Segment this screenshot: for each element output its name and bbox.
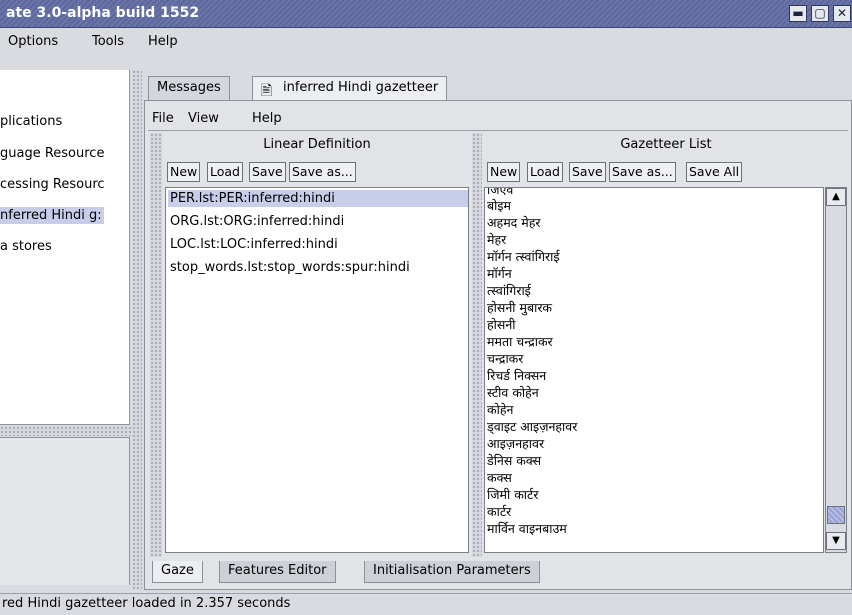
menu-divider [148,130,848,131]
gazetteer-list-title: Gazetteer List [620,137,712,152]
list-item[interactable]: आइज़नहावर [487,436,544,451]
window-title: ate 3.0-alpha build 1552 [6,5,200,21]
menu-tools[interactable]: Tools [92,34,124,49]
def-load-button[interactable]: Load [207,162,243,182]
tree-item-inferred-hindi-gazetteer[interactable]: nferred Hindi g: [0,207,104,224]
list-item[interactable]: त्स्वांगिराई [487,283,531,298]
maximize-button[interactable]: ▢ [811,5,829,22]
gaz-save-all-button[interactable]: Save All [686,162,743,182]
tree-item-language-resources[interactable]: guage Resource [0,145,106,162]
scroll-up-arrow-icon[interactable]: ▲ [826,188,846,206]
gaz-save-button[interactable]: Save [569,162,606,182]
list-item[interactable]: LOC.lst:LOC:inferred:hindi [168,236,340,253]
def-save-as-button[interactable]: Save as... [289,162,356,182]
menu-options[interactable]: Options [8,34,58,49]
list-item[interactable]: कार्टर [487,504,511,519]
list-item[interactable]: कक्स [487,470,512,485]
tree-item-processing-resources[interactable]: cessing Resourc [0,176,107,193]
def-save-button[interactable]: Save [249,162,286,182]
list-item[interactable]: कोहेन [487,402,513,417]
tab-label: inferred Hindi gazetteer [283,80,439,95]
status-bar: red Hindi gazetteer loaded in 2.357 seco… [0,593,852,615]
vertical-splitter[interactable] [132,70,142,590]
left-pane-splitter[interactable] [150,133,162,557]
list-item[interactable]: PER.lst:PER:inferred:hindi [168,190,468,207]
tab-inferred-hindi-gazetteer[interactable]: 🖹 inferred Hindi gazetteer [252,76,448,100]
scroll-down-arrow-icon[interactable]: ▼ [826,532,846,550]
list-item[interactable]: मेहर [487,232,506,247]
list-item[interactable]: स्टीव कोहेन [487,385,539,400]
title-bar[interactable]: ate 3.0-alpha build 1552 ▬ ▢ ✕ [0,0,852,28]
linear-definition-title: Linear Definition [263,137,371,152]
menu-help[interactable]: Help [148,34,178,49]
linear-definition-list[interactable]: PER.lst:PER:inferred:hindi ORG.lst:ORG:i… [165,187,469,553]
inner-menu-view[interactable]: View [188,111,219,126]
list-item[interactable]: मॉर्गन [487,266,512,281]
gaz-new-button[interactable]: New [487,162,521,182]
menu-bar: Options Tools Help [0,29,852,55]
list-item[interactable]: मार्विन वाइनबाउम [487,521,567,536]
scroll-thumb[interactable] [827,506,845,524]
list-item[interactable]: होसनी [487,317,516,332]
list-item[interactable]: जिएव [487,188,513,197]
minimize-button[interactable]: ▬ [789,5,807,22]
tab-initialisation-parameters[interactable]: Initialisation Parameters [364,561,540,583]
list-item[interactable]: ड्वाइट आइज़नहावर [487,419,577,434]
list-item[interactable]: चन्द्राकर [487,351,523,366]
resource-tree[interactable]: plications guage Resource cessing Resour… [0,70,130,425]
inner-menu-help[interactable]: Help [252,111,282,126]
gaz-load-button[interactable]: Load [527,162,563,182]
list-item[interactable]: ममता चन्द्राकर [487,334,553,349]
center-splitter[interactable] [472,133,482,557]
inner-menu-file[interactable]: File [152,111,174,126]
list-item[interactable]: ORG.lst:ORG:inferred:hindi [168,213,346,230]
tree-item-datastores[interactable]: a stores [0,238,54,255]
list-item[interactable]: जिमी कार्टर [487,487,538,502]
list-item[interactable]: होसनी मुबारक [487,300,552,315]
list-item[interactable]: डेनिस कक्स [487,453,541,468]
tab-features-editor[interactable]: Features Editor [219,561,336,583]
close-button[interactable]: ✕ [833,5,851,22]
list-item[interactable]: बोइम [487,198,511,213]
status-text: red Hindi gazetteer loaded in 2.357 seco… [2,596,291,611]
vertical-scrollbar[interactable]: ▲ ▼ [825,187,847,553]
list-item[interactable]: मॉर्गन त्स्वांगिराई [487,249,559,264]
def-new-button[interactable]: New [167,162,201,182]
list-item[interactable]: रिचर्ड निक्सन [487,368,546,383]
tab-gaze[interactable]: Gaze [152,561,203,583]
tab-messages[interactable]: Messages [148,76,230,100]
gazetteer-entries[interactable]: जिएव बोइम अहमद मेहर मेहर मॉर्गन त्स्वांग… [484,187,824,553]
gaz-save-as-button[interactable]: Save as... [609,162,676,182]
list-item[interactable]: stop_words.lst:stop_words:spur:hindi [168,259,412,276]
list-item[interactable]: अहमद मेहर [487,215,541,230]
left-lower-panel [0,437,130,585]
tree-item-applications[interactable]: plications [0,113,64,130]
horizontal-splitter[interactable] [0,426,132,436]
